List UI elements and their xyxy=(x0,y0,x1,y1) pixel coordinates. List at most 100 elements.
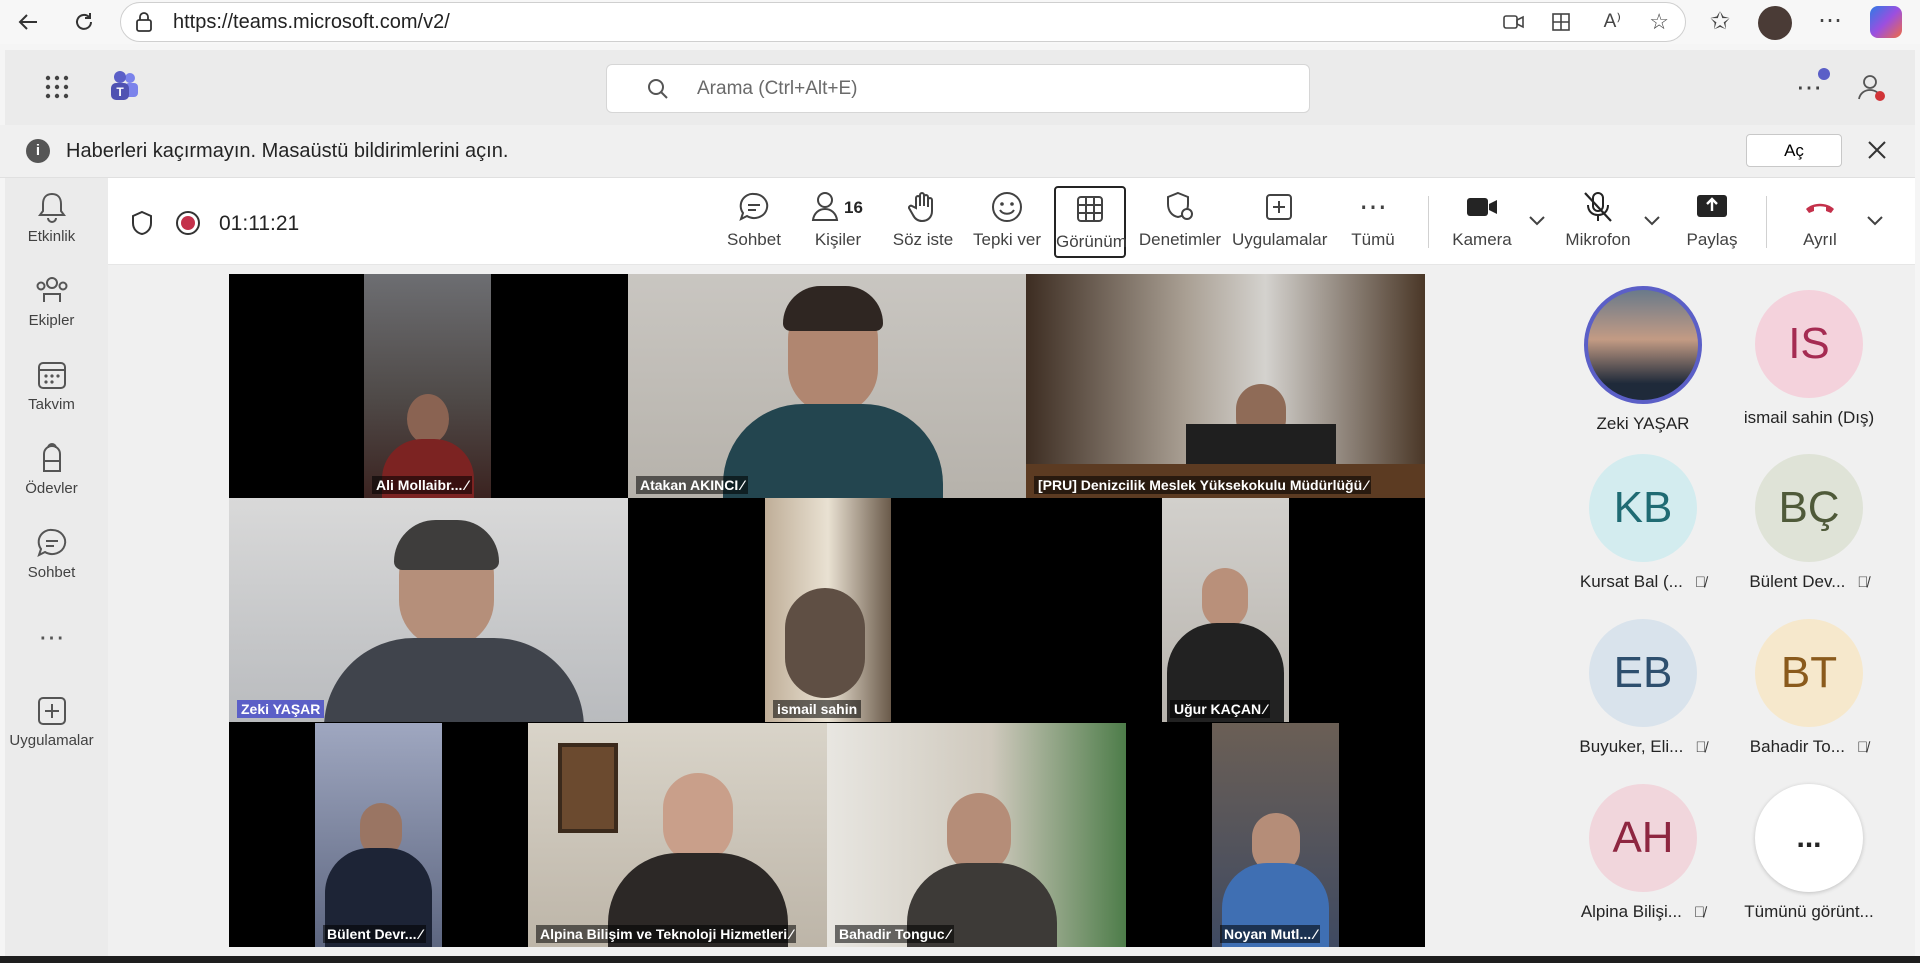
people-count: 16 xyxy=(844,198,863,217)
rail-item-teams[interactable]: Ekipler xyxy=(0,274,103,329)
rail-item-calendar[interactable]: Takvim xyxy=(0,358,103,413)
leave-options-chevron-icon[interactable] xyxy=(1866,214,1884,232)
favorites-icon[interactable]: ✩ xyxy=(1710,7,1730,36)
people-button[interactable]: 16 Kişiler xyxy=(808,190,868,250)
enable-notifications-button[interactable]: Aç xyxy=(1746,134,1842,167)
rail-item-activity[interactable]: Etkinlik xyxy=(0,190,103,245)
video-tile[interactable]: Zeki YAŞAR xyxy=(229,498,628,722)
app-available-icon[interactable] xyxy=(1551,12,1573,37)
rail-label: Etkinlik xyxy=(27,228,76,245)
roster-participant[interactable]: EB Buyuker, Eli... 🎙̸ xyxy=(1558,619,1728,757)
toolbar-label: Paylaş xyxy=(1686,230,1738,249)
frame-object xyxy=(558,743,618,833)
video-tile[interactable]: Noyan Mutl... ⁄ xyxy=(1212,723,1339,947)
tile-name-text: Alpina Bilişim ve Teknoloji Hizmetleri xyxy=(540,926,788,942)
roster-name-row: Bahadir To... 🎙̸ xyxy=(1724,737,1894,757)
favorite-star-icon[interactable]: ☆ xyxy=(1649,9,1669,35)
raise-hand-button[interactable]: Söz iste xyxy=(891,190,955,250)
video-tile[interactable]: Bülent Devr... ⁄ xyxy=(315,723,442,947)
rail-item-assignments[interactable]: Ödevler xyxy=(0,442,103,497)
account-icon[interactable] xyxy=(1856,72,1886,107)
participant-silhouette xyxy=(1202,568,1248,628)
tile-name: Noyan Mutl... ⁄ xyxy=(1220,925,1321,943)
react-button[interactable]: Tepki ver xyxy=(972,190,1042,250)
shield-icon[interactable] xyxy=(130,210,154,241)
address-bar[interactable]: https://teams.microsoft.com/v2/ A⁾ ☆ xyxy=(120,2,1686,42)
browser-menu-icon[interactable]: ⋯ xyxy=(1818,6,1842,35)
video-tile[interactable]: ismail sahin xyxy=(765,498,891,722)
leave-button[interactable]: Ayrıl xyxy=(1792,190,1848,250)
url-text: https://teams.microsoft.com/v2/ xyxy=(173,10,450,33)
search-placeholder: Arama (Ctrl+Alt+E) xyxy=(697,78,858,99)
video-tile[interactable]: Atakan AKINCI ⁄ xyxy=(628,274,1026,498)
read-aloud-icon[interactable]: A⁾ xyxy=(1604,10,1621,33)
close-icon[interactable] xyxy=(1866,139,1888,166)
camera-site-icon[interactable] xyxy=(1503,12,1525,37)
search-icon xyxy=(647,78,669,105)
more-actions-button[interactable]: ⋯ Tümü xyxy=(1348,190,1398,250)
app-launcher-icon[interactable] xyxy=(44,74,70,105)
tile-name: Ali Mollaibr... ⁄ xyxy=(372,476,472,494)
apps-add-icon xyxy=(1266,194,1292,220)
refresh-icon[interactable] xyxy=(68,6,100,38)
notification-banner: i Haberleri kaçırmayın. Masaüstü bildiri… xyxy=(0,125,1915,178)
chat-button[interactable]: Sohbet xyxy=(724,190,784,250)
taskbar-edge xyxy=(0,956,1920,963)
mic-off-icon: 🎙̸ xyxy=(1856,739,1869,756)
roster-participant[interactable]: Zeki YAŞAR xyxy=(1558,286,1728,434)
search-input[interactable]: Arama (Ctrl+Alt+E) xyxy=(606,64,1310,113)
mic-off-small-icon: ⁄ xyxy=(1314,926,1317,942)
rail-label: Takvim xyxy=(28,396,75,413)
avatar: IS xyxy=(1755,290,1863,398)
video-tile[interactable]: Bahadir Tonguc ⁄ xyxy=(827,723,1126,947)
lock-icon xyxy=(135,12,153,37)
roster-name: Buyuker, Eli... xyxy=(1579,737,1684,756)
camera-button[interactable]: Kamera xyxy=(1448,190,1516,250)
tile-name-text: ismail sahin xyxy=(777,701,858,717)
camera-options-chevron-icon[interactable] xyxy=(1528,214,1546,232)
apps-button[interactable]: Uygulamalar xyxy=(1232,190,1327,250)
video-tile[interactable]: Alpina Bilişim ve Teknoloji Hizmetleri ⁄ xyxy=(528,723,827,947)
tile-name-text: Bahadir Tonguc xyxy=(839,926,945,942)
view-all-participants-button[interactable]: ... Tümünü görünt... xyxy=(1724,784,1894,922)
toolbar-label: Kamera xyxy=(1452,230,1512,249)
mic-off-small-icon: ⁄ xyxy=(465,477,468,493)
roster-participant[interactable]: BÇ Bülent Dev... 🎙̸ xyxy=(1724,454,1894,592)
video-tile[interactable]: Uğur KAÇAN ⁄ xyxy=(1162,498,1289,722)
meeting-timer: 01:11:21 xyxy=(219,212,300,235)
roster-participant[interactable]: BT Bahadir To... 🎙̸ xyxy=(1724,619,1894,757)
participant-silhouette xyxy=(663,773,733,863)
tile-name: Bahadir Tonguc ⁄ xyxy=(835,925,954,943)
roster-participant[interactable]: IS ismail sahin (Dış) xyxy=(1724,290,1894,428)
notification-text: Haberleri kaçırmayın. Masaüstü bildiriml… xyxy=(66,140,509,162)
avatar: BÇ xyxy=(1755,454,1863,562)
controls-button[interactable]: Denetimler xyxy=(1138,190,1222,250)
profile-avatar[interactable] xyxy=(1758,6,1792,40)
roster-name: Bülent Dev... xyxy=(1749,572,1846,591)
video-tile[interactable]: Ali Mollaibr... ⁄ xyxy=(364,274,491,498)
back-icon[interactable] xyxy=(12,6,44,38)
toolbar-label: Ayrıl xyxy=(1803,230,1837,249)
copilot-icon[interactable] xyxy=(1870,6,1902,38)
share-screen-icon xyxy=(1697,195,1727,217)
toolbar-label: Tepki ver xyxy=(972,230,1042,249)
rail-label: Ekipler xyxy=(28,312,75,329)
rail-item-apps[interactable]: Uygulamalar xyxy=(0,694,103,749)
rail-item-chat[interactable]: Sohbet xyxy=(0,526,103,581)
more-icon: ⋯ xyxy=(1359,191,1387,222)
hand-icon xyxy=(908,192,933,223)
participant-silhouette xyxy=(407,394,449,444)
roster-participant[interactable]: KB Kursat Bal (... 🎙̸ xyxy=(1558,454,1728,592)
share-button[interactable]: Paylaş xyxy=(1682,190,1742,250)
roster-name: Tümünü görünt... xyxy=(1744,902,1874,921)
video-tile[interactable]: [PRU] Denizcilik Meslek Yüksekokulu Müdü… xyxy=(1026,274,1425,498)
rail-label: Uygulamalar xyxy=(9,732,94,749)
roster-name: Zeki YAŞAR xyxy=(1596,414,1690,433)
tile-name: Alpina Bilişim ve Teknoloji Hizmetleri ⁄ xyxy=(536,925,797,943)
rail-more-icon[interactable]: ⋯ xyxy=(0,622,103,653)
roster-participant[interactable]: AH Alpina Bilişi... 🎙̸ xyxy=(1558,784,1728,922)
microphone-button[interactable]: Mikrofon xyxy=(1558,190,1638,250)
view-button[interactable]: Görünüm xyxy=(1054,186,1127,258)
mic-options-chevron-icon[interactable] xyxy=(1643,214,1661,232)
tile-name-text: Atakan AKINCI xyxy=(640,477,739,493)
